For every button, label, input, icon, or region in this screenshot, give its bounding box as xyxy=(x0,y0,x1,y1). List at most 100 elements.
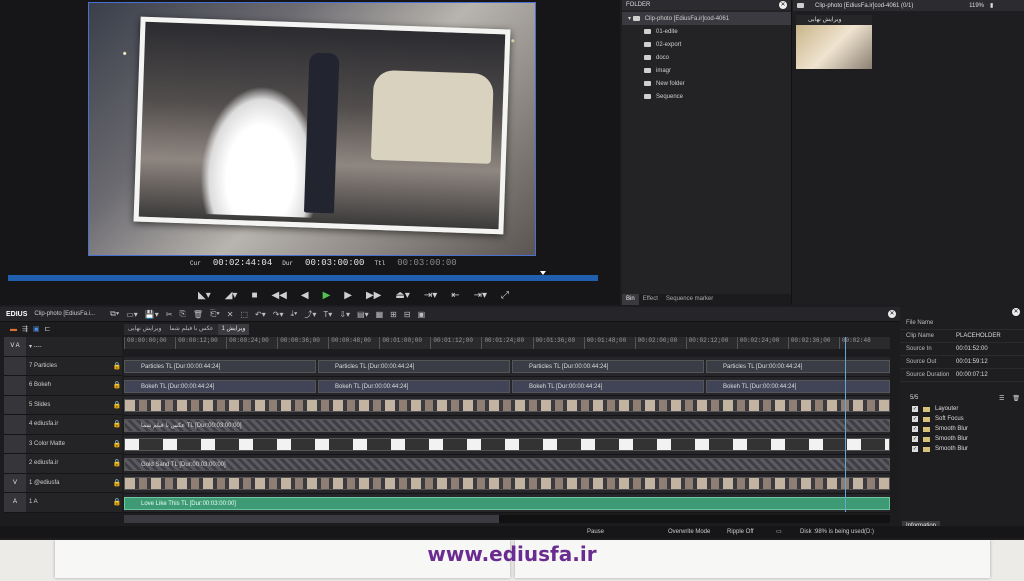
title-icon[interactable]: T▾ xyxy=(323,310,332,319)
undo-icon[interactable]: ↶▾ xyxy=(255,310,266,319)
tab-sequence-photo[interactable]: عکس با فیلم شما xyxy=(165,324,218,335)
playhead[interactable] xyxy=(845,337,846,512)
timeline-clip[interactable]: Particles TL [Dur:00:00:44:24] xyxy=(706,360,890,373)
redo-icon[interactable]: ↷▾ xyxy=(273,310,284,319)
timeline-clip[interactable]: Particles TL [Dur:00:00:44:24] xyxy=(124,360,316,373)
close-icon[interactable]: ✕ xyxy=(1012,308,1020,316)
cut-icon[interactable]: ✂ xyxy=(166,310,173,319)
expand-icon[interactable]: ▾ xyxy=(628,15,633,22)
insert-button[interactable]: ⇥▾ xyxy=(424,290,437,301)
timeline-clip[interactable]: Particles TL [Dur:00:00:44:24] xyxy=(512,360,704,373)
track-header[interactable]: 3 Color Matte 🔒 xyxy=(4,434,122,454)
timeline-clip[interactable] xyxy=(124,399,890,412)
effect-item[interactable]: ✓ Smooth Blur xyxy=(900,434,1024,444)
track-header[interactable]: 7 Particles 🔒 xyxy=(4,356,122,376)
track-header[interactable]: 2 ediusfa.ir 🔒 xyxy=(4,454,122,474)
replace-button[interactable]: ⇥▾ xyxy=(474,290,487,301)
scrubber-head[interactable] xyxy=(540,271,546,275)
lock-icon[interactable]: 🔒 xyxy=(112,435,122,454)
list-icon[interactable]: ☰ xyxy=(999,395,1004,402)
save-icon[interactable]: 💾▾ xyxy=(145,310,159,319)
timeline-clip[interactable]: عکس با فیلم شما TL [Dur:00:03:00:00] xyxy=(124,418,890,432)
preview-scrubber[interactable] xyxy=(8,275,598,281)
effect-item[interactable]: ✓ Soft Focus xyxy=(900,414,1024,424)
mark-in-button[interactable]: ◣▾ xyxy=(198,290,211,301)
tab-sequence-final[interactable]: ویرایش نهایی xyxy=(124,324,166,335)
folder-item[interactable]: doco xyxy=(622,51,791,64)
layout-icon[interactable]: ▤▾ xyxy=(357,310,369,319)
horizontal-scrollbar[interactable] xyxy=(124,515,890,523)
timeline-clip[interactable] xyxy=(124,438,890,451)
effect-item[interactable]: ✓ Smooth Blur xyxy=(900,424,1024,434)
track-header[interactable]: 6 Bokeh 🔒 xyxy=(4,376,122,396)
track-header[interactable]: V1 @ediusfa 🔒 xyxy=(4,473,122,493)
lock-icon[interactable]: 🔒 xyxy=(112,415,122,434)
timeline-clip[interactable]: Love Like This TL [Dur:00:03:00:00] xyxy=(124,496,890,510)
track-patch[interactable] xyxy=(4,356,26,375)
timeline-clip[interactable]: Bokeh TL [Dur:00:00:44:24] xyxy=(318,379,510,393)
loop-button[interactable]: ⏏▾ xyxy=(395,290,409,301)
capture-icon[interactable]: ⇩▾ xyxy=(339,310,350,319)
tab-sequence-edit[interactable]: ویرایش 1 xyxy=(217,324,250,335)
step-forward-button[interactable]: ▶ xyxy=(344,290,352,301)
merge-icon[interactable]: ⊟ xyxy=(404,310,411,319)
frame-icon[interactable]: ⬚ xyxy=(240,310,248,319)
folder-item[interactable]: 02-export xyxy=(622,38,791,51)
checkbox[interactable]: ✓ xyxy=(912,436,918,442)
split-icon[interactable]: ⊞ xyxy=(390,310,397,319)
tab-effect[interactable]: Effect xyxy=(639,294,662,305)
remove-icon[interactable]: ✕ xyxy=(227,310,234,319)
render-icon[interactable]: ⤓▾ xyxy=(290,309,297,319)
track-patch[interactable] xyxy=(4,415,26,434)
rewind-button[interactable]: ◀◀ xyxy=(271,290,286,301)
trash-icon[interactable]: 🗑 xyxy=(1012,395,1020,402)
close-icon[interactable]: ✕ xyxy=(779,1,787,9)
track-patch[interactable] xyxy=(4,395,26,414)
folder-item[interactable]: 01-edite xyxy=(622,25,791,38)
checkbox[interactable]: ✓ xyxy=(912,446,918,452)
track-patch[interactable]: A xyxy=(4,493,26,512)
tab-bin[interactable]: Bin xyxy=(622,294,639,305)
checkbox[interactable]: ✓ xyxy=(912,426,918,432)
copy-icon[interactable]: ⎘ xyxy=(179,309,185,319)
link-icon[interactable]: ⊏ xyxy=(45,325,51,333)
delete-icon[interactable]: 🗑 xyxy=(193,310,203,319)
lock-icon[interactable]: 🔒 xyxy=(112,396,122,415)
timeline-clip[interactable]: Bokeh TL [Dur:00:00:44:24] xyxy=(706,379,890,393)
va-toggle[interactable]: V A xyxy=(4,337,26,356)
checkbox[interactable]: ✓ xyxy=(912,406,918,412)
checkbox[interactable]: ✓ xyxy=(912,416,918,422)
export-button[interactable]: ⤢ xyxy=(501,290,509,301)
track-patch[interactable]: V xyxy=(4,473,26,492)
effect-item[interactable]: ✓ Layouter xyxy=(900,404,1024,414)
timeline-clip[interactable] xyxy=(124,477,890,490)
track-patch[interactable] xyxy=(4,454,26,473)
lock-icon[interactable]: 🔒 xyxy=(112,376,122,395)
overwrite-button[interactable]: ⇤ xyxy=(451,290,459,301)
play-button[interactable]: ▶ xyxy=(323,290,331,301)
stop-button[interactable]: ■ xyxy=(251,290,257,301)
mark-out-button[interactable]: ◢▾ xyxy=(225,290,238,301)
paste-icon[interactable]: ⎗▾ xyxy=(210,309,220,319)
track-patch[interactable] xyxy=(4,376,26,395)
track-header[interactable]: 4 ediusfa.ir 🔒 xyxy=(4,415,122,435)
timeline-clip[interactable]: Gold Sand TL [Dur:00:03:00:00] xyxy=(124,457,890,471)
folder-item[interactable]: imagr xyxy=(622,64,791,77)
folder-item[interactable]: New folder xyxy=(622,77,791,90)
lock-icon[interactable]: 🔒 xyxy=(112,454,122,473)
scrollbar-thumb[interactable] xyxy=(124,515,499,523)
folder-root[interactable]: ▾ Clip-photo [EdiusFa.ir]cod-4061 xyxy=(622,12,791,25)
open-icon[interactable]: ▭▾ xyxy=(126,310,138,319)
lock-icon[interactable]: 🔒 xyxy=(112,493,122,512)
close-icon[interactable]: ✕ xyxy=(888,310,896,318)
fast-forward-button[interactable]: ▶▶ xyxy=(366,290,381,301)
timeline-ruler[interactable]: 00:00:00;00 00:00:12;00 00:00:24;00 00:00:3… xyxy=(124,337,890,349)
lock-icon[interactable]: 🔒 xyxy=(112,357,122,376)
sequence-icon[interactable]: ⧉▾ xyxy=(110,309,119,319)
track-header[interactable]: A1 A 🔒 xyxy=(4,493,122,513)
effect-item[interactable]: ✓ Smooth Blur xyxy=(900,444,1024,454)
mode-icon[interactable]: ▬ xyxy=(10,326,17,333)
settings-icon[interactable]: ▣ xyxy=(418,310,426,319)
step-back-button[interactable]: ◀ xyxy=(301,290,309,301)
timeline-clip[interactable]: Bokeh TL [Dur:00:00:44:24] xyxy=(512,379,704,393)
